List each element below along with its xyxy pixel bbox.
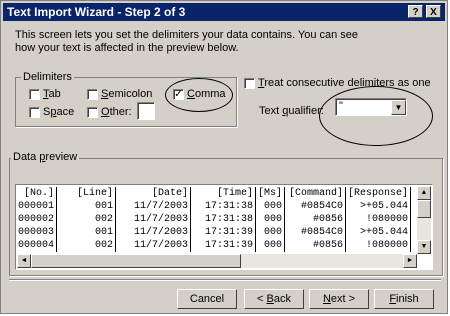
preview-cell: !080000 [345, 213, 412, 226]
other-label: Other: [101, 106, 132, 118]
wizard-window: Text Import Wizard - Step 2 of 3 ? X Thi… [0, 0, 448, 314]
help-icon[interactable]: ? [408, 5, 423, 18]
consecutive-label: Treat consecutive delimiters as one [258, 77, 431, 89]
preview-cell: 11/7/2003 [115, 226, 192, 239]
delimiters-group [15, 77, 237, 127]
scroll-left-icon[interactable]: ◄ [17, 254, 31, 268]
preview-cell: 17:31:39 [190, 226, 257, 239]
preview-cell: 001 [56, 200, 117, 213]
other-checkbox[interactable] [87, 107, 98, 118]
vertical-scroll-thumb[interactable] [417, 200, 431, 218]
dropdown-arrow-icon[interactable]: ▼ [391, 100, 406, 115]
intro-text: This screen lets you set the delimiters … [15, 29, 435, 55]
preview-cell: 000 [255, 239, 286, 252]
semicolon-label: Semicolon [101, 88, 153, 100]
column-header: [Date] [115, 187, 192, 200]
preview-cell: #0856 [284, 239, 347, 252]
delimiters-legend: Delimiters [21, 71, 74, 83]
preview-cell: 000004 [16, 239, 58, 252]
column-header: [Ms] [255, 187, 286, 200]
preview-header-row: [No.] [Line] [Date] [Time] [Ms] [Command… [16, 187, 412, 200]
column-header: [Line] [56, 187, 117, 200]
preview-cell: 002 [56, 213, 117, 226]
preview-row: 000003 001 11/7/2003 17:31:39 000 #0854C… [16, 226, 412, 239]
preview-cell: 002 [56, 239, 117, 252]
consecutive-checkbox[interactable] [244, 78, 255, 89]
preview-table: [No.] [Line] [Date] [Time] [Ms] [Command… [16, 187, 412, 252]
close-icon[interactable]: X [426, 5, 441, 18]
preview-cell: 11/7/2003 [115, 239, 192, 252]
preview-row: 000004 002 11/7/2003 17:31:39 000 #0856 … [16, 239, 412, 252]
qualifier-label: Text qualifier: [259, 105, 324, 117]
column-header: [Command] [284, 187, 347, 200]
preview-cell: #0854C0 [284, 200, 347, 213]
qualifier-highlight-ellipse [319, 86, 433, 146]
tab-label: Tab [43, 88, 61, 100]
tab-checkbox[interactable] [29, 89, 40, 100]
preview-cell: #0854C0 [284, 226, 347, 239]
scroll-up-icon[interactable]: ▲ [417, 186, 431, 200]
column-header: [Response] [345, 187, 412, 200]
preview-cell: !080000 [345, 239, 412, 252]
preview-cell: #0856 [284, 213, 347, 226]
horizontal-scrollbar[interactable]: ◄ ► [17, 254, 417, 268]
comma-checkbox[interactable]: ✓ [173, 89, 184, 100]
horizontal-scroll-thumb[interactable] [31, 254, 241, 268]
space-checkbox[interactable] [29, 107, 40, 118]
preview-cell: 11/7/2003 [115, 213, 192, 226]
preview-cell: 17:31:38 [190, 213, 257, 226]
button-separator [9, 279, 441, 281]
column-header: [No.] [16, 187, 58, 200]
preview-cell: 17:31:39 [190, 239, 257, 252]
title-bar[interactable]: Text Import Wizard - Step 2 of 3 ? X [3, 3, 445, 21]
qualifier-value: " [339, 100, 343, 112]
comma-label: Comma [187, 88, 226, 100]
preview-row: 000002 002 11/7/2003 17:31:38 000 #0856 … [16, 213, 412, 226]
cancel-button[interactable]: Cancel [177, 289, 237, 309]
preview-cell: >+05.044 [345, 226, 412, 239]
finish-button[interactable]: Finish [374, 289, 434, 309]
scroll-down-icon[interactable]: ▼ [417, 240, 431, 254]
preview-cell: 000 [255, 200, 286, 213]
scroll-right-icon[interactable]: ► [403, 254, 417, 268]
preview-cell: 000 [255, 226, 286, 239]
preview-cell: >+05.044 [345, 200, 412, 213]
preview-cell: 11/7/2003 [115, 200, 192, 213]
next-button[interactable]: Next > [309, 289, 369, 309]
intro-line-2: how your text is affected in the preview… [15, 42, 239, 54]
preview-cell: 001 [56, 226, 117, 239]
other-input[interactable] [137, 102, 155, 120]
preview-cell: 000003 [16, 226, 58, 239]
preview-area[interactable]: [No.] [Line] [Date] [Time] [Ms] [Command… [15, 184, 433, 270]
preview-legend: Data preview [11, 151, 80, 163]
preview-row: 000001 001 11/7/2003 17:31:38 000 #0854C… [16, 200, 412, 213]
preview-cell: 17:31:38 [190, 200, 257, 213]
preview-cell: 000001 [16, 200, 58, 213]
preview-cell: 000 [255, 213, 286, 226]
preview-cell: 000002 [16, 213, 58, 226]
column-header: [Time] [190, 187, 257, 200]
intro-line-1: This screen lets you set the delimiters … [15, 29, 359, 41]
space-label: Space [43, 106, 75, 118]
window-title: Text Import Wizard - Step 2 of 3 [7, 5, 186, 19]
back-button[interactable]: < Back [244, 289, 304, 309]
vertical-scrollbar[interactable]: ▲ ▼ [417, 186, 431, 254]
semicolon-checkbox[interactable] [87, 89, 98, 100]
